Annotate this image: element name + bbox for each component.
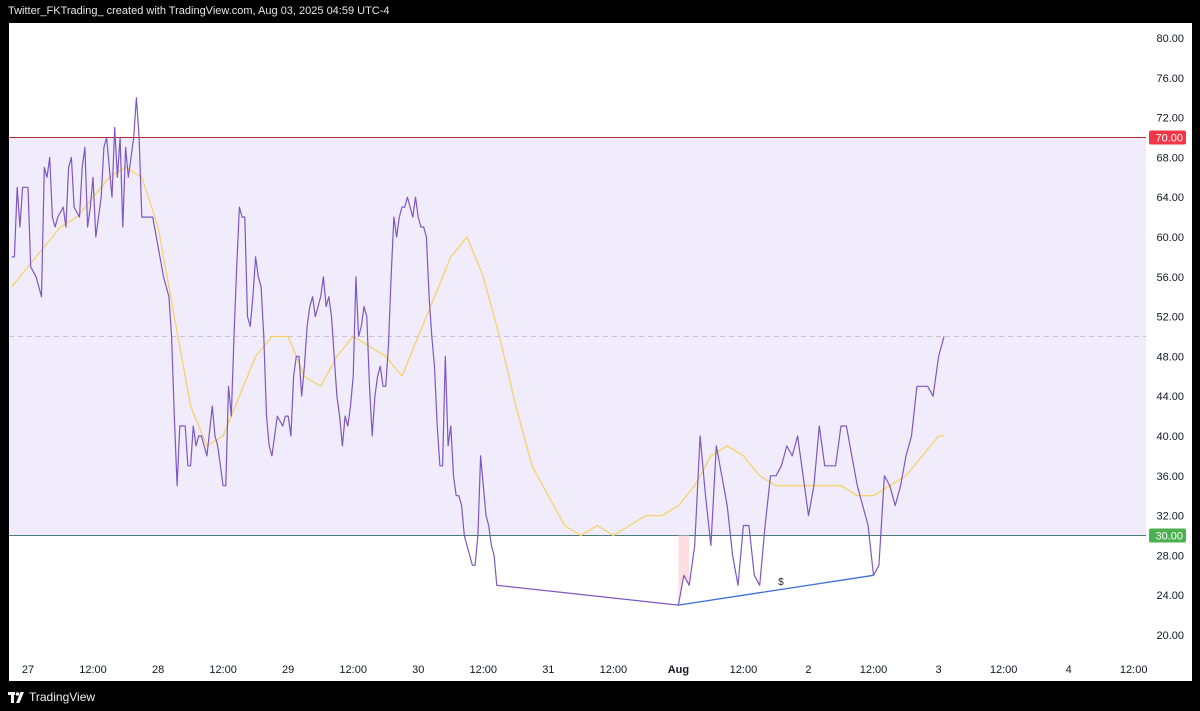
x-axis: 27 12:00 28 12:00 29 12:00 30 12:00 31 12:00 Aug 12… <box>22 664 1148 676</box>
x-tick-label: 12:00 <box>470 664 498 676</box>
y-tick-label: 24.00 <box>1156 590 1184 602</box>
y-axis: 80.00 76.00 72.00 68.00 64.00 60.00 56.00 52.00… <box>1149 33 1186 642</box>
x-tick-label: 29 <box>282 664 294 676</box>
rsi-chart[interactable]: $ 80.00 76.00 72.00 68.00 64.00 60.00 56.00 52.… <box>9 23 1192 681</box>
x-tick-label: 2 <box>805 664 811 676</box>
x-tick-label: 12:00 <box>730 664 758 676</box>
chart-footer: TradingView <box>0 683 1200 711</box>
chart-header: Twitter_FKTrading_ created with TradingV… <box>0 0 1200 22</box>
divergence-layer: $ <box>678 574 874 606</box>
y-tick-label: 48.00 <box>1156 351 1184 363</box>
tradingview-logo-icon[interactable] <box>8 691 24 703</box>
overbought-badge-label: 70.00 <box>1155 133 1183 145</box>
chart-title: Twitter_FKTrading_ created with TradingV… <box>8 5 390 17</box>
x-tick-label: 12:00 <box>1120 664 1148 676</box>
y-tick-label: 64.00 <box>1156 192 1184 204</box>
y-tick-label: 32.00 <box>1156 511 1184 523</box>
chart-panel[interactable]: $ 80.00 76.00 72.00 68.00 64.00 60.00 56.00 52.… <box>9 23 1192 681</box>
oversold-badge-label: 30.00 <box>1155 531 1183 543</box>
footer-brand[interactable]: TradingView <box>29 690 95 704</box>
x-tick-label: 12:00 <box>339 664 367 676</box>
x-tick-label: 12:00 <box>79 664 107 676</box>
x-tick-label: 30 <box>412 664 424 676</box>
x-tick-label: 12:00 <box>209 664 237 676</box>
y-tick-label: 40.00 <box>1156 431 1184 443</box>
y-tick-label: 60.00 <box>1156 232 1184 244</box>
y-tick-label: 80.00 <box>1156 33 1184 45</box>
oversold-badge: 30.00 <box>1149 528 1186 543</box>
y-tick-label: 28.00 <box>1156 550 1184 562</box>
x-tick-label: 12:00 <box>600 664 628 676</box>
y-tick-label: 56.00 <box>1156 272 1184 284</box>
x-tick-label: 27 <box>22 664 34 676</box>
y-tick-label: 72.00 <box>1156 113 1184 125</box>
overbought-badge: 70.00 <box>1149 130 1186 145</box>
y-tick-label: 44.00 <box>1156 391 1184 403</box>
x-tick-label: 12:00 <box>860 664 888 676</box>
x-tick-label: 28 <box>152 664 164 676</box>
x-tick-label: Aug <box>668 664 689 676</box>
y-tick-label: 76.00 <box>1156 73 1184 85</box>
y-tick-label: 20.00 <box>1156 630 1184 642</box>
x-tick-label: 4 <box>1066 664 1072 676</box>
y-tick-label: 36.00 <box>1156 471 1184 483</box>
x-tick-label: 12:00 <box>990 664 1018 676</box>
divergence-trendline <box>678 574 874 606</box>
y-tick-label: 68.00 <box>1156 152 1184 164</box>
x-tick-label: 3 <box>935 664 941 676</box>
divergence-label: $ <box>778 577 784 588</box>
y-tick-label: 52.00 <box>1156 312 1184 324</box>
x-tick-label: 31 <box>542 664 554 676</box>
